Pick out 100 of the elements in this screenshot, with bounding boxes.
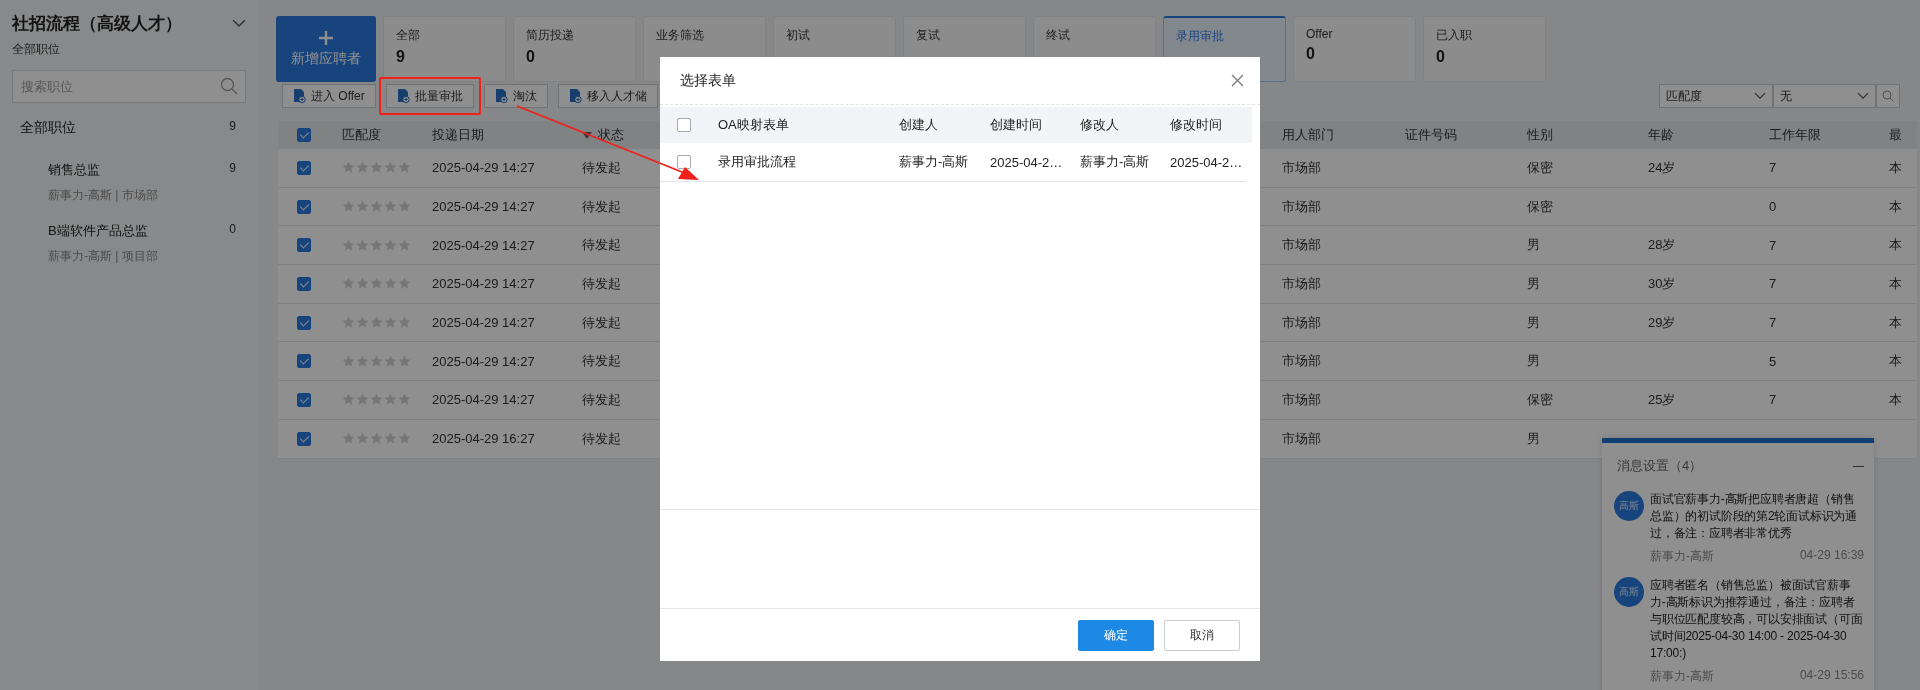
sort-icon[interactable] <box>582 131 592 139</box>
star-icon <box>398 432 411 446</box>
sort-order-select[interactable]: 无 <box>1773 84 1876 108</box>
position-name[interactable]: 销售总监 <box>48 161 158 179</box>
table-cell: 2025-04-29 14:27 <box>432 276 535 292</box>
new-applicant-button[interactable]: 新增应聘者 <box>276 16 376 82</box>
table-cell: 25岁 <box>1648 390 1676 409</box>
avatar: 高斯 <box>1614 491 1644 521</box>
star-icon <box>398 354 411 368</box>
close-icon[interactable] <box>1231 74 1244 87</box>
table-cell: 5 <box>1769 353 1777 369</box>
star-icon <box>342 432 355 446</box>
notification-time: 04-29 15:56 <box>1799 668 1864 684</box>
table-cell: 待发起 <box>582 197 621 216</box>
table-cell: 2025-04-29 14:27 <box>432 237 535 253</box>
table-cell: 本 <box>1889 274 1902 293</box>
search-button[interactable] <box>1876 84 1900 108</box>
table-cell-text: 薪事力-高斯 <box>898 153 970 171</box>
position-count: 9 <box>229 161 236 175</box>
action-button[interactable]: 淘汰 <box>483 84 548 108</box>
star-icon <box>384 316 397 330</box>
star-icon <box>370 354 383 368</box>
column-header: 投递日期 <box>432 126 484 144</box>
table-cell: 保密 <box>1527 158 1553 177</box>
table-cell: 市场部 <box>1282 313 1321 332</box>
process-title: 社招流程（高级人才） <box>12 13 182 35</box>
table-cell: 2025-04-29 16:27 <box>432 431 535 447</box>
column-header: 匹配度 <box>342 126 381 144</box>
stage-tab[interactable]: 全部 9 <box>383 16 506 82</box>
table-cell: 本 <box>1889 158 1902 177</box>
column-header: OA映射表单 <box>717 116 790 134</box>
table-cell: 28岁 <box>1648 236 1676 255</box>
star-icon <box>398 393 411 407</box>
table-cell: 本 <box>1889 313 1902 332</box>
row-checkbox[interactable] <box>297 315 311 330</box>
column-header: 年龄 <box>1648 126 1674 144</box>
table-cell: 2025-04-29 14:27 <box>432 315 535 331</box>
table-cell: 待发起 <box>582 236 621 255</box>
star-icon <box>398 161 411 175</box>
star-icon <box>342 354 355 368</box>
star-icon <box>384 238 397 252</box>
minimize-icon[interactable] <box>1853 465 1864 467</box>
star-icon <box>370 277 383 291</box>
table-cell: 本 <box>1889 197 1902 216</box>
row-checkbox[interactable] <box>297 392 311 407</box>
stage-count: 0 <box>526 48 536 66</box>
select-all-checkbox[interactable] <box>677 118 691 132</box>
row-checkbox[interactable] <box>297 238 311 253</box>
row-checkbox[interactable] <box>677 155 691 169</box>
star-icon <box>342 277 355 291</box>
table-cell-text: 2025-04-2… <box>1169 154 1242 170</box>
star-icon <box>356 161 369 175</box>
row-checkbox[interactable] <box>297 160 311 175</box>
star-icon <box>384 432 397 446</box>
row-checkbox[interactable] <box>297 354 311 369</box>
row-checkbox[interactable] <box>297 199 311 214</box>
star-icon <box>370 393 383 407</box>
table-cell: 市场部 <box>1282 429 1321 448</box>
stage-label: 简历投递 <box>526 27 575 44</box>
column-header: 性别 <box>1527 126 1553 144</box>
table-cell: 29岁 <box>1648 313 1676 332</box>
table-cell: 待发起 <box>582 274 621 293</box>
star-icon <box>384 277 397 291</box>
action-button[interactable]: 进入 Offer <box>282 84 376 108</box>
column-header: 修改人 <box>1079 116 1120 134</box>
stage-tab[interactable]: 已入职 0 <box>1423 16 1546 82</box>
row-checkbox[interactable] <box>297 431 311 446</box>
stage-label: 业务筛选 <box>656 27 705 44</box>
table-cell: 保密 <box>1527 390 1553 409</box>
star-icon <box>398 238 411 252</box>
position-name[interactable]: B端软件产品总监 <box>48 222 158 240</box>
star-icon <box>398 200 411 214</box>
action-button[interactable]: 批量审批 <box>385 84 474 108</box>
star-icon <box>384 393 397 407</box>
star-icon <box>342 161 355 175</box>
table-cell-text: 录用审批流程 <box>717 153 797 171</box>
notification-text: 面试官薪事力-高斯把应聘者唐超（销售总监）的初试阶段的第2轮面试标识为通过，备注：应聘者非常优秀 <box>1650 491 1859 542</box>
cancel-button[interactable]: 取消 <box>1164 619 1240 651</box>
select-all-checkbox[interactable] <box>297 128 311 142</box>
stage-label: 初试 <box>786 27 811 44</box>
sort-field-select[interactable]: 匹配度 <box>1659 84 1773 108</box>
star-icon <box>370 200 383 214</box>
table-cell: 待发起 <box>582 390 621 409</box>
column-header: 工作年限 <box>1769 126 1821 144</box>
stage-tab[interactable]: Offer 0 <box>1293 16 1416 82</box>
notification-time: 04-29 16:39 <box>1799 548 1864 564</box>
position-count: 9 <box>229 119 236 133</box>
position-name[interactable]: 全部职位 <box>20 119 76 137</box>
plus-icon <box>318 30 334 46</box>
table-cell: 24岁 <box>1648 158 1676 177</box>
column-header: 用人部门 <box>1282 126 1334 144</box>
table-cell: 0 <box>1769 199 1777 215</box>
row-checkbox[interactable] <box>297 276 311 291</box>
stage-tab[interactable]: 简历投递 0 <box>513 16 636 82</box>
action-button[interactable]: 移入人才储 <box>557 84 658 108</box>
star-icon <box>342 316 355 330</box>
table-cell: 本 <box>1889 390 1902 409</box>
table-cell: 市场部 <box>1282 390 1321 409</box>
process-subtitle: 全部职位 <box>12 41 61 58</box>
confirm-button[interactable]: 确定 <box>1078 619 1154 651</box>
